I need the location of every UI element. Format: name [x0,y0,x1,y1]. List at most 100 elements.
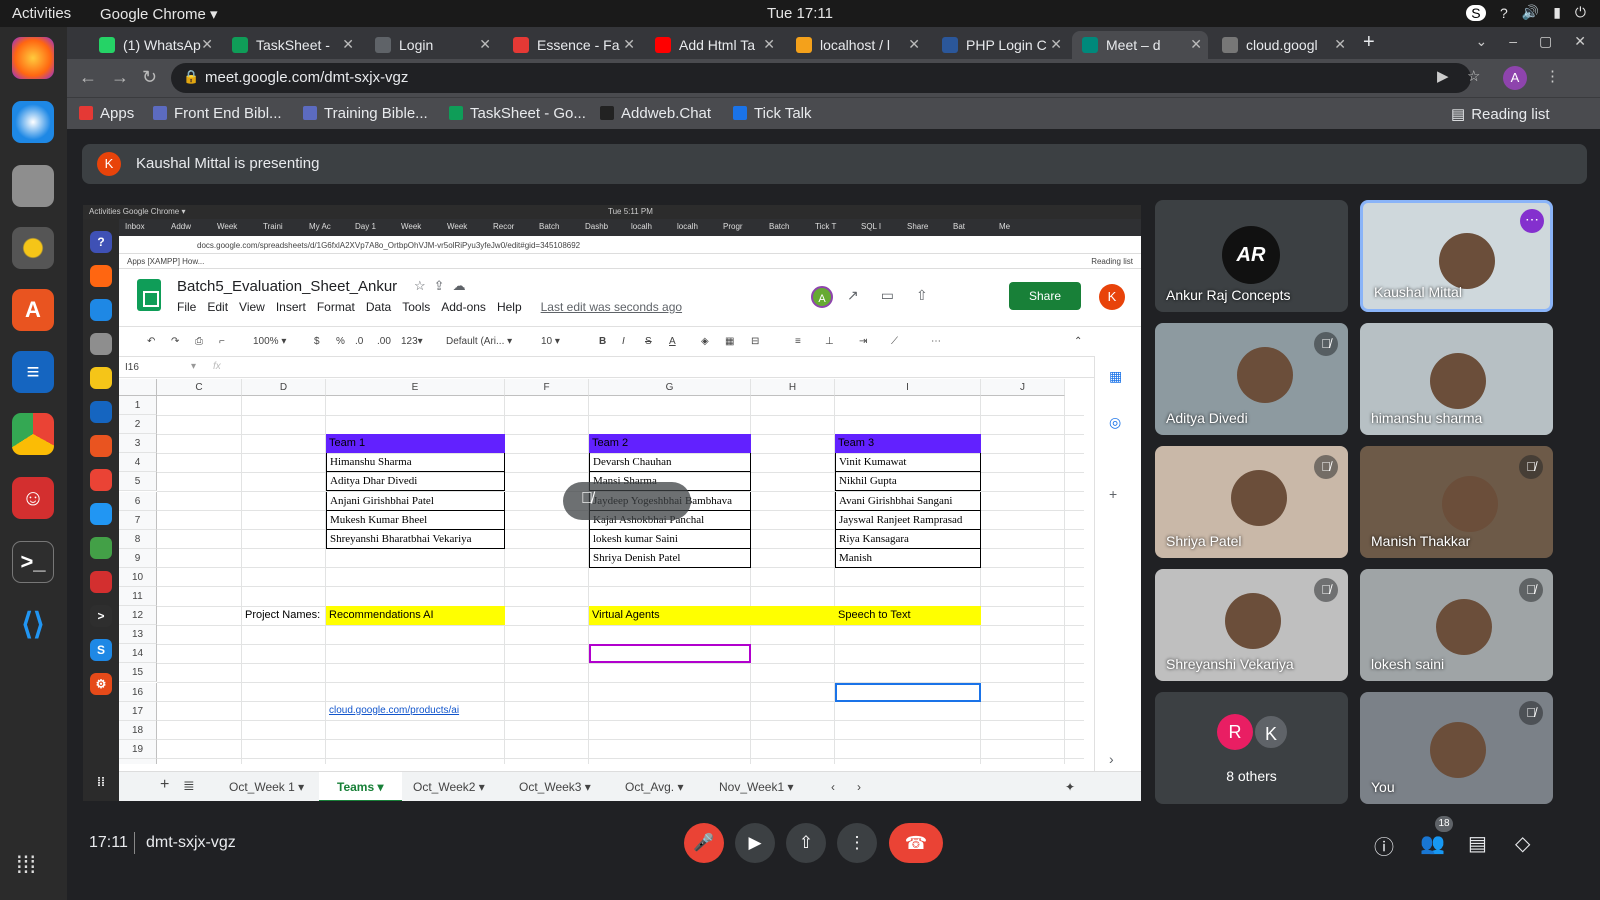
row-header[interactable]: 15 [119,663,157,683]
sheet-tab[interactable]: Teams ▾ [319,772,402,801]
row-header[interactable]: 13 [119,625,157,645]
participant-tile[interactable]: AR Ankur Raj Concepts [1155,200,1348,312]
thunderbird-icon[interactable] [12,101,54,143]
team-member-cell[interactable]: Shriya Denish Patel [589,548,751,568]
chat-icon[interactable]: ▤ [1468,831,1487,856]
new-tab-icon[interactable]: + [1363,31,1375,54]
people-icon[interactable]: 👥 [1420,831,1445,856]
tasks-icon[interactable]: ◎ [1109,414,1121,431]
participant-tile[interactable]: ⋯ Kaushal Mittal [1360,200,1553,312]
activity-icon[interactable]: ↗ [847,287,859,304]
writer-icon[interactable]: ≡ [12,351,54,393]
explore-icon[interactable]: ✦ [1065,780,1075,794]
sheets-logo-icon[interactable] [137,279,161,311]
tab-close-icon[interactable]: ✕ [479,36,491,53]
name-box[interactable]: I16 [125,362,139,373]
help-icon[interactable]: ? [1500,5,1508,21]
cloud-icon[interactable]: ☁ [453,278,474,293]
percent-button[interactable]: % [336,336,345,347]
bookmark-item[interactable]: Addweb.Chat [600,105,711,122]
tab-close-icon[interactable]: ✕ [908,36,920,53]
menu-data[interactable]: Data [366,300,391,314]
app-menu[interactable]: Google Chrome ▾ [100,5,218,23]
project-name-cell[interactable]: Recommendations AI [326,606,505,626]
valign-icon[interactable]: ⊥ [825,336,834,347]
team-member-cell[interactable]: Avani Girishbhai Sangani [835,491,981,511]
participant-tile[interactable]: 🎙̸ Aditya Divedi [1155,323,1348,435]
tab-close-icon[interactable]: ✕ [763,36,775,53]
merge-cells-icon[interactable]: ⊟ [751,336,759,347]
browser-tab[interactable]: localhost / l ✕ [786,31,926,59]
team-member-cell[interactable]: lokesh kumar Saini [589,529,751,549]
more-menu-icon[interactable]: ⋮ [1545,67,1560,85]
undo-icon[interactable]: ↶ [147,336,155,347]
team-header-cell[interactable]: Team 3 [835,434,981,454]
tab-search-icon[interactable]: ⌄ [1476,33,1488,50]
calendar-icon[interactable]: ▦ [1109,368,1122,385]
column-header[interactable]: G [589,379,751,396]
chrome-icon[interactable] [12,413,54,455]
currency-button[interactable]: $ [314,336,320,347]
strikethrough-button[interactable]: S [645,336,652,347]
info-icon[interactable]: ⓘ [1374,831,1394,860]
firefox-icon[interactable] [12,37,54,79]
team-member-cell[interactable]: Manish [835,548,981,568]
row-header[interactable]: 4 [119,453,157,473]
share-button[interactable]: Share [1009,282,1081,310]
participant-tile[interactable]: 🎙̸ You [1360,692,1553,804]
add-addon-icon[interactable]: + [1109,486,1117,502]
browser-tab[interactable]: (1) WhatsAp ✕ [89,31,219,59]
vscode-icon[interactable]: ⟨⟩ [12,603,54,645]
browser-tab[interactable]: Login ✕ [365,31,497,59]
reading-list-button[interactable]: ▤ Reading list [1451,105,1550,123]
bookmark-item[interactable]: Apps [79,105,134,122]
column-header[interactable]: I [835,379,981,396]
end-call-button[interactable]: ☎ [889,823,943,863]
software-icon[interactable]: A [12,289,54,331]
participant-tile[interactable]: 🎙̸ Shriya Patel [1155,446,1348,558]
row-header[interactable]: 17 [119,701,157,721]
row-header[interactable]: 18 [119,720,157,740]
column-header[interactable]: F [505,379,589,396]
bookmark-item[interactable]: Tick Talk [733,105,812,122]
column-header[interactable]: E [326,379,505,396]
team-member-cell[interactable]: Aditya Dhar Divedi [326,472,505,492]
reload-icon[interactable]: ↻ [142,67,157,88]
participant-tile[interactable]: 🎙̸ Shreyanshi Vekariya [1155,569,1348,681]
add-sheet-icon[interactable]: + [160,776,169,794]
star-icon[interactable]: ☆ [414,278,434,293]
participant-tile[interactable]: RK 8 others [1155,692,1348,804]
project-name-cell[interactable]: Speech to Text [835,606,981,626]
row-header[interactable]: 6 [119,491,157,511]
battery-icon[interactable]: ▮ [1553,4,1561,21]
url-input[interactable]: 🔒 meet.google.com/dmt-sxjx-vgz [171,63,1471,93]
row-header[interactable]: 20 [119,758,157,764]
team-member-cell[interactable]: Shreyanshi Bharatbhai Vekariya [326,529,505,549]
team-member-cell[interactable]: Riya Kansagara [835,529,981,549]
row-header[interactable]: 3 [119,434,157,454]
power-icon[interactable]: ⏻ [1575,4,1586,21]
files-icon[interactable] [12,165,54,207]
row-header[interactable]: 2 [119,415,157,435]
align-icon[interactable]: ≡ [795,336,801,347]
team-member-cell[interactable]: Nikhil Gupta [835,472,981,492]
sheet-tab[interactable]: Nov_Week1 ▾ [719,780,794,794]
print-icon[interactable]: ⎙ [195,336,203,347]
row-header[interactable]: 7 [119,510,157,530]
mic-toggle-button[interactable]: 🎤 [684,823,724,863]
team-header-cell[interactable]: Team 2 [589,434,751,454]
sheet-grid[interactable]: CDEFGHIJ1234567891011121314151617181920T… [119,379,1084,764]
document-title[interactable]: Batch5_Evaluation_Sheet_Ankur [177,278,397,295]
menu-insert[interactable]: Insert [276,300,306,314]
show-side-panel-icon[interactable]: › [1109,751,1114,767]
row-header[interactable]: 9 [119,548,157,568]
more-formats-select[interactable]: 123▾ [401,336,423,347]
fill-color-icon[interactable]: ◈ [701,336,709,347]
column-header[interactable]: J [981,379,1065,396]
camera-toggle-button[interactable]: ▶ [735,823,775,863]
team-member-cell[interactable]: Himanshu Sharma [326,453,505,473]
text-color-button[interactable]: A [669,336,676,347]
more-tools-icon[interactable]: ⋯ [931,336,941,347]
forward-icon[interactable]: → [111,67,129,88]
terminal-icon[interactable]: >_ [12,541,54,583]
